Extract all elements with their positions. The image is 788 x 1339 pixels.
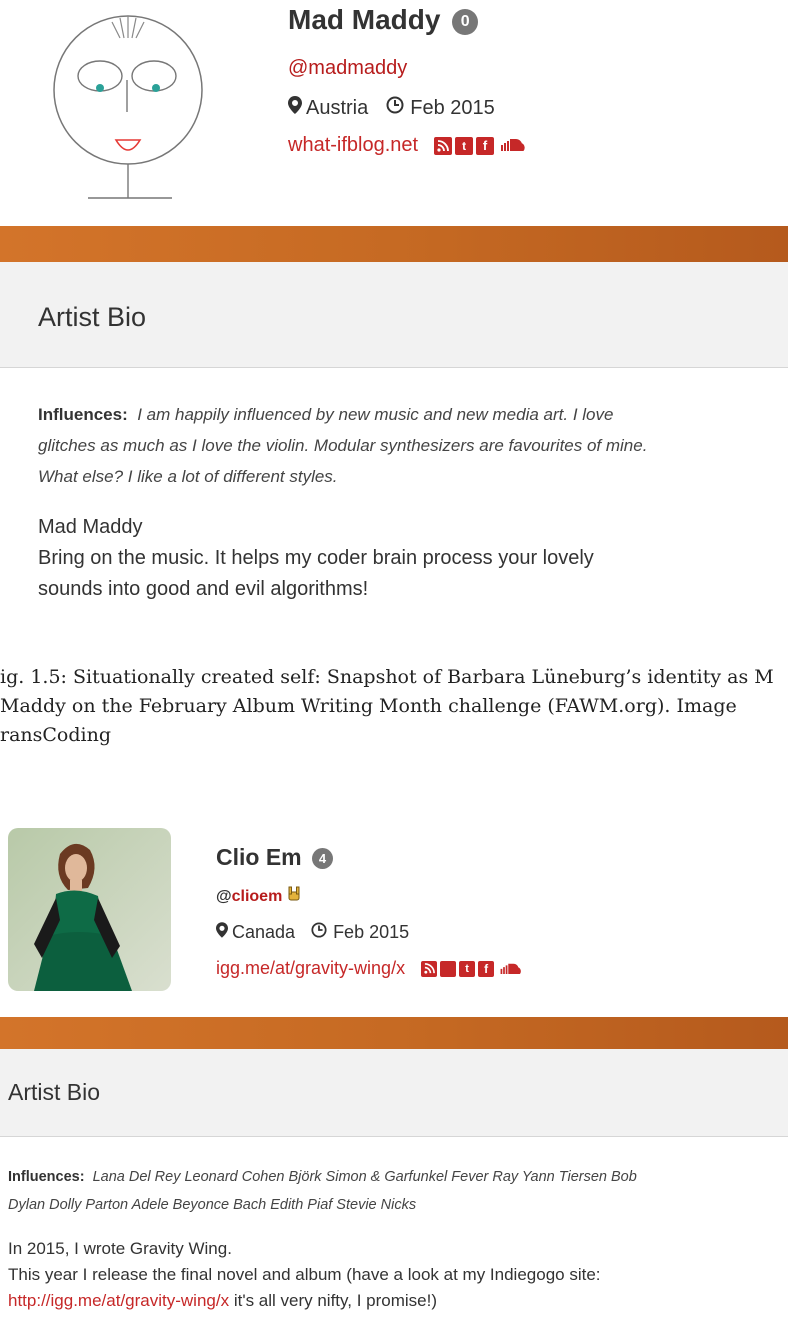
website-link[interactable]: igg.me/at/gravity-wing/x: [216, 958, 405, 979]
influences-line: What else? I like a lot of different sty…: [38, 467, 338, 486]
caption-line: Maddy on the February Album Writing Mont…: [0, 695, 737, 717]
joined-date-text: Feb 2015: [410, 96, 495, 119]
artist-bio-header: Artist Bio: [0, 262, 788, 368]
profile-meta: Austria Feb 2015: [288, 96, 495, 120]
profile-banner-band: [0, 226, 788, 262]
map-marker-icon: [216, 922, 228, 943]
influences-line: I am happily influenced by new music and…: [137, 405, 614, 424]
bio-line: Bring on the music. It helps my coder br…: [38, 547, 594, 569]
profile-handle-row: @ clioem: [216, 886, 301, 907]
bio-line-with-link: http://igg.me/at/gravity-wing/x it's all…: [8, 1288, 786, 1314]
soundcloud-icon[interactable]: [498, 958, 522, 979]
song-count-badge: 4: [312, 848, 334, 870]
bio-line-tail: it's all very nifty, I promise!): [229, 1291, 438, 1310]
influences-label: Influences:: [8, 1169, 85, 1185]
influences-line: Dylan Dolly Parton Adele Beyonce Bach Ed…: [8, 1197, 417, 1213]
facebook-icon[interactable]: f: [478, 960, 495, 977]
facebook-icon[interactable]: f: [476, 136, 495, 155]
profile-name: Clio Em 4: [216, 842, 334, 872]
profile-banner-band: [0, 1017, 788, 1049]
twitter-icon[interactable]: t: [455, 136, 474, 155]
artist-bio-heading: Artist Bio: [38, 302, 147, 332]
website-link[interactable]: what-ifblog.net: [288, 134, 418, 157]
joined-date-text: Feb 2015: [333, 922, 410, 942]
artist-bio-header: Artist Bio: [0, 1049, 788, 1137]
avatar-photo: [8, 828, 171, 991]
bio-line: This year I release the final novel and …: [8, 1265, 601, 1284]
profile-name: Mad Maddy 0: [288, 2, 479, 38]
figure-caption: ig. 1.5: Situationally created self: Sna…: [0, 663, 788, 750]
influences-line: glitches as much as I love the violin. M…: [38, 436, 648, 455]
profile-website-row: igg.me/at/gravity-wing/x t f: [216, 958, 522, 979]
influences-line: Lana Del Rey Leonard Cohen Björk Simon &…: [92, 1169, 637, 1185]
map-marker-icon: [288, 96, 302, 120]
profile-handle[interactable]: @madmaddy: [288, 57, 407, 80]
indiegogo-link[interactable]: http://igg.me/at/gravity-wing/x: [8, 1291, 229, 1310]
location-text: Austria: [306, 96, 369, 119]
profile-website-row: what-ifblog.net t f: [288, 134, 526, 157]
avatar-drawing: [20, 0, 238, 205]
profile-name-text: Clio Em: [216, 844, 302, 870]
profile-meta: Canada Feb 2015: [216, 922, 409, 943]
clock-icon: [386, 96, 404, 120]
influences-block: Influences: Lana Del Rey Leonard Cohen B…: [8, 1163, 783, 1219]
square-icon[interactable]: [440, 960, 457, 977]
artist-bio-heading: Artist Bio: [8, 1079, 101, 1105]
caption-line: ig. 1.5: Situationally created self: Sna…: [0, 666, 774, 688]
bio-line: Mad Maddy: [38, 516, 143, 538]
bio-text: Mad Maddy Bring on the music. It helps m…: [38, 512, 778, 605]
bio-line: In 2015, I wrote Gravity Wing.: [8, 1239, 232, 1258]
song-count-badge: 0: [452, 8, 479, 35]
caption-line: ransCoding: [0, 724, 112, 746]
soundcloud-icon[interactable]: [498, 134, 526, 157]
twitter-icon[interactable]: t: [459, 960, 476, 977]
profile-name-text: Mad Maddy: [288, 4, 441, 35]
bio-line: sounds into good and evil algorithms!: [38, 578, 369, 600]
location-text: Canada: [232, 922, 296, 942]
influences-block: Influences: I am happily influenced by n…: [38, 399, 778, 492]
profile-handle[interactable]: clioem: [232, 888, 283, 906]
rss-icon[interactable]: [421, 960, 438, 977]
handle-prefix: @: [216, 887, 232, 905]
clock-icon: [311, 922, 327, 943]
bio-text: In 2015, I wrote Gravity Wing. This year…: [8, 1236, 786, 1314]
rock-hand-icon: [287, 886, 301, 907]
rss-icon[interactable]: [434, 136, 453, 155]
influences-label: Influences:: [38, 405, 128, 424]
